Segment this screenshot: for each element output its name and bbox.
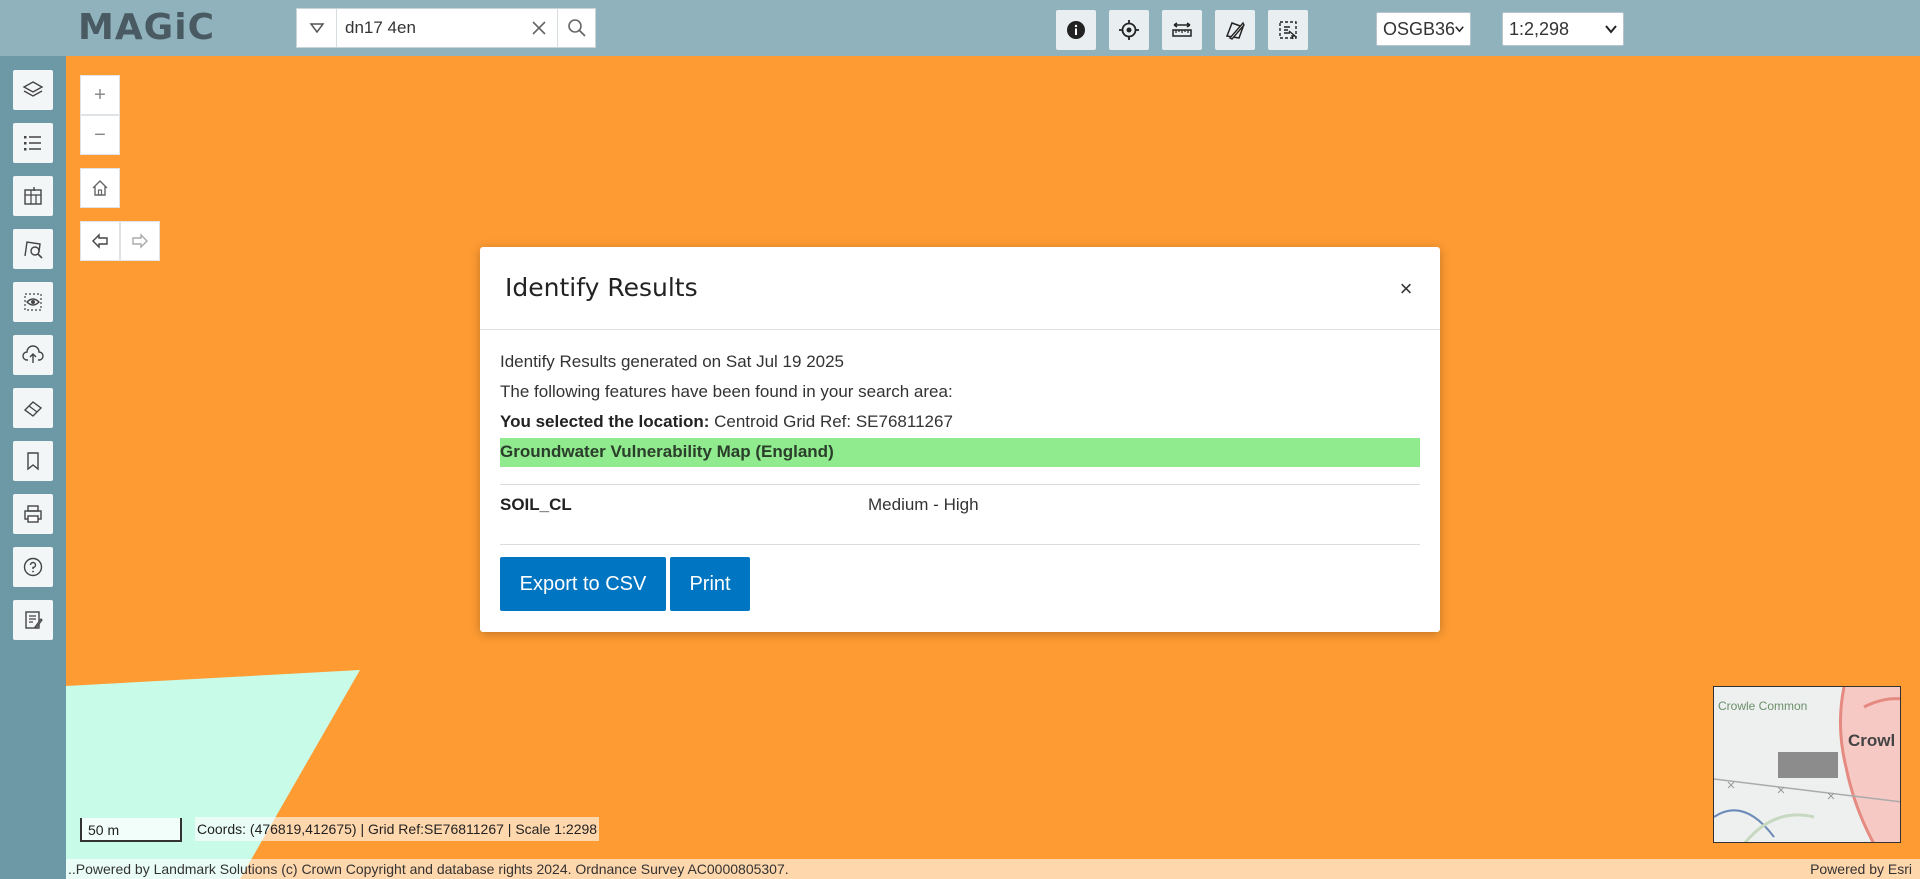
left-sidebar <box>0 56 66 879</box>
measure-tool-button[interactable] <box>1162 10 1202 50</box>
attribute-row: SOIL_CL Medium - High <box>500 495 1420 525</box>
overview-label-crowle: Crowl <box>1848 731 1896 750</box>
legend-list-icon <box>24 136 41 151</box>
identify-results-dialog: Identify Results × Identify Results gene… <box>480 247 1440 632</box>
clear-search-button[interactable] <box>521 9 557 47</box>
print-icon <box>24 505 42 523</box>
sidebar-item-notes[interactable] <box>13 600 53 640</box>
triangle-down-icon <box>309 23 324 34</box>
dialog-header: Identify Results × <box>480 247 1440 330</box>
sidebar-item-legend[interactable] <box>13 123 53 163</box>
draw-icon <box>1225 21 1245 40</box>
sidebar-item-view-extent[interactable] <box>13 282 53 322</box>
attribution-bar: ..Powered by Landmark Solutions (c) Crow… <box>66 859 1920 879</box>
projection-select[interactable]: OSGB36 <box>1376 12 1471 46</box>
minus-icon: − <box>94 123 106 146</box>
notes-icon <box>25 611 43 629</box>
top-toolbar: MAGiC OSGB36 1:2,298 <box>0 0 1920 56</box>
sidebar-item-print[interactable] <box>13 494 53 534</box>
dialog-title: Identify Results <box>505 273 698 302</box>
draw-tool-button[interactable] <box>1215 10 1255 50</box>
upload-icon <box>22 345 44 363</box>
arrow-left-icon <box>92 233 108 249</box>
print-button[interactable]: Print <box>670 557 750 611</box>
locate-icon <box>1119 20 1139 40</box>
locate-tool-button[interactable] <box>1109 10 1149 50</box>
search-options-dropdown[interactable] <box>297 9 337 47</box>
export-csv-button[interactable]: Export to CSV <box>500 557 666 611</box>
identify-area-icon <box>24 241 43 259</box>
chevron-down-icon <box>1605 25 1617 34</box>
search-button[interactable] <box>557 9 596 47</box>
sidebar-item-layers[interactable] <box>13 70 53 110</box>
scale-select[interactable]: 1:2,298 <box>1502 12 1624 46</box>
attribute-value: Medium - High <box>868 495 979 514</box>
previous-extent-button[interactable] <box>80 221 120 261</box>
search-box <box>296 8 596 48</box>
layer-name-band: Groundwater Vulnerability Map (England) <box>500 438 1420 467</box>
identify-tool-button[interactable] <box>1056 10 1096 50</box>
close-icon <box>532 21 546 35</box>
sidebar-item-identify-area[interactable] <box>13 229 53 269</box>
sidebar-item-eraser[interactable] <box>13 388 53 428</box>
home-icon <box>92 180 108 196</box>
eraser-icon <box>23 401 43 417</box>
chevron-down-icon <box>1455 26 1464 33</box>
zoom-in-button[interactable]: + <box>80 75 120 115</box>
measure-icon <box>1172 22 1192 37</box>
close-dialog-button[interactable]: × <box>1394 277 1418 301</box>
selected-location-label: You selected the location: <box>500 412 710 431</box>
search-input[interactable] <box>345 15 525 41</box>
found-text: The following features have been found i… <box>500 382 953 401</box>
scale-bar: 50 m <box>80 818 182 842</box>
map-area-polygon <box>66 670 360 879</box>
plus-icon: + <box>94 83 106 106</box>
sidebar-item-help[interactable] <box>13 547 53 587</box>
select-area-icon <box>1279 21 1297 40</box>
sidebar-item-map-grid[interactable] <box>13 176 53 216</box>
scale-value: 1:2,298 <box>1509 18 1570 39</box>
coordinates-readout: Coords: (476819,412675) | Grid Ref:SE768… <box>195 817 600 841</box>
selected-location-value: Centroid Grid Ref: SE76811267 <box>714 412 953 431</box>
attribution-text: ..Powered by Landmark Solutions (c) Crow… <box>68 861 789 877</box>
overview-map[interactable]: Crowle Common Crowl <box>1713 686 1901 843</box>
logo: MAGiC <box>78 7 215 48</box>
attribute-key: SOIL_CL <box>500 495 572 514</box>
sidebar-item-bookmarks[interactable] <box>13 441 53 481</box>
sidebar-item-upload[interactable] <box>13 335 53 375</box>
powered-by-esri[interactable]: Powered by Esri <box>1810 861 1912 877</box>
overview-label-crowle-common: Crowle Common <box>1718 699 1808 713</box>
generated-text: Identify Results generated on Sat Jul 19… <box>500 352 845 371</box>
divider <box>500 484 1420 485</box>
help-icon <box>23 557 43 577</box>
select-area-tool-button[interactable] <box>1268 10 1308 50</box>
overview-extent-box[interactable] <box>1778 752 1838 778</box>
home-extent-button[interactable] <box>80 168 120 208</box>
info-icon <box>1067 21 1085 39</box>
bookmark-icon <box>27 452 39 471</box>
map-grid-icon <box>24 187 42 205</box>
search-icon <box>568 19 586 37</box>
layers-icon <box>22 81 44 97</box>
next-extent-button[interactable] <box>120 221 160 261</box>
projection-value: OSGB36 <box>1383 18 1456 39</box>
view-extent-icon <box>24 293 42 311</box>
arrow-right-icon <box>132 233 148 249</box>
divider <box>500 544 1420 545</box>
zoom-out-button[interactable]: − <box>80 115 120 155</box>
